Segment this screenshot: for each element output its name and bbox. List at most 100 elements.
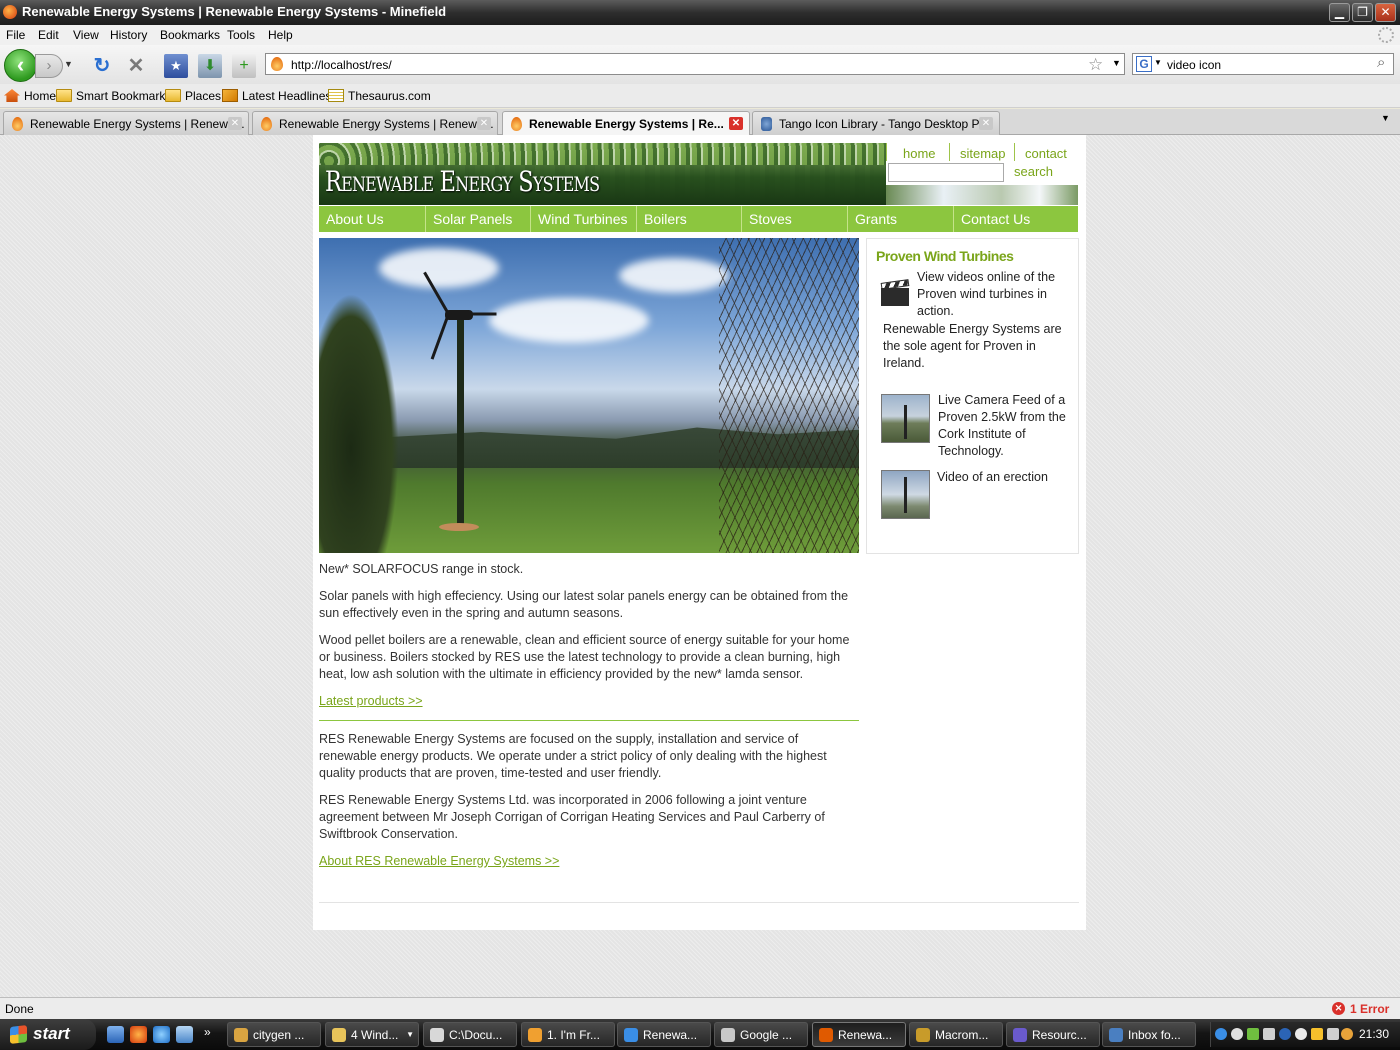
tab-close-icon[interactable]: ✕ — [228, 117, 242, 130]
reload-icon[interactable]: ↻ — [90, 54, 114, 78]
forward-button[interactable]: › — [35, 54, 63, 78]
download-icon[interactable]: ⬇ — [198, 54, 222, 78]
tab-close-icon[interactable]: ✕ — [729, 117, 743, 130]
bookmark-smart-bookmarks[interactable]: Smart Bookmarks — [56, 89, 171, 103]
bookmark-thesaurus[interactable]: Thesaurus.com — [328, 89, 431, 103]
minimize-button[interactable]: ▁ — [1329, 3, 1350, 22]
tray-expand-icon[interactable] — [1215, 1028, 1227, 1040]
header-link-sitemap[interactable]: sitemap — [960, 146, 1006, 161]
task-documents[interactable]: C:\Docu... — [423, 1022, 517, 1047]
nav-about-us[interactable]: About Us — [319, 206, 425, 232]
view-videos-link[interactable]: View videos online of the Proven wind tu… — [917, 269, 1077, 320]
tab-close-icon[interactable]: ✕ — [477, 117, 491, 130]
task-google[interactable]: Google ... — [714, 1022, 808, 1047]
nav-wind-turbines[interactable]: Wind Turbines — [530, 206, 636, 232]
home-icon — [4, 89, 20, 102]
bookmark-latest-headlines[interactable]: Latest Headlines — [222, 89, 331, 103]
google-engine-icon[interactable]: G — [1136, 56, 1152, 72]
history-dropdown-icon[interactable]: ▼ — [64, 59, 73, 69]
nav-boilers[interactable]: Boilers — [636, 206, 741, 232]
cloud-icon[interactable] — [1231, 1028, 1243, 1040]
bookmark-home[interactable]: Home — [4, 89, 56, 103]
wireless-icon[interactable] — [1263, 1028, 1275, 1040]
tab-close-icon[interactable]: ✕ — [979, 117, 993, 130]
internet-explorer-icon[interactable] — [153, 1026, 170, 1043]
error-count[interactable]: 1 Error — [1350, 1002, 1389, 1016]
camera-feed-thumbnail[interactable] — [881, 394, 930, 443]
tab-renewable-active[interactable]: Renewable Energy Systems | Re... ✕ — [502, 111, 750, 136]
header-link-home[interactable]: home — [903, 146, 936, 161]
content-viewport: Renewable Energy Systems home sitemap co… — [0, 135, 1400, 997]
back-button[interactable]: ‹ — [4, 49, 37, 82]
clock[interactable]: 21:30 — [1359, 1027, 1389, 1041]
chat-icon — [721, 1028, 735, 1042]
url-text[interactable]: http://localhost/res/ — [291, 58, 392, 72]
menu-file[interactable]: File — [6, 28, 25, 42]
tab-tango-icon-library[interactable]: Tango Icon Library - Tango Desktop Pr...… — [752, 111, 1000, 135]
about-res-link[interactable]: About RES Renewable Energy Systems >> — [319, 854, 559, 868]
update-icon[interactable] — [1341, 1028, 1353, 1040]
messenger-icon[interactable] — [176, 1026, 193, 1043]
new-tab-icon[interactable]: + — [232, 54, 256, 78]
bluetooth-icon[interactable] — [1279, 1028, 1291, 1040]
tab-renewable-2[interactable]: Renewable Energy Systems | Renewa... ✕ — [252, 111, 498, 135]
task-citygen[interactable]: citygen ... — [227, 1022, 321, 1047]
messenger-tray-icon[interactable] — [1295, 1028, 1307, 1040]
boilers-text: Wood pellet boilers are a renewable, cle… — [319, 633, 850, 681]
erection-video-thumbnail[interactable] — [881, 470, 930, 519]
site-logo[interactable]: Renewable Energy Systems — [325, 165, 600, 198]
bookmark-page-star-icon[interactable]: ☆ — [1088, 55, 1103, 75]
error-icon[interactable]: ✕ — [1332, 1002, 1345, 1015]
camera-feed-link[interactable]: Live Camera Feed of a Proven 2.5kW from … — [938, 392, 1076, 460]
header-link-contact[interactable]: contact — [1025, 146, 1067, 161]
menu-edit[interactable]: Edit — [38, 28, 59, 42]
quicklaunch-overflow-icon[interactable]: » — [204, 1025, 211, 1039]
close-window-button[interactable]: ✕ — [1375, 3, 1396, 22]
start-button[interactable]: start — [0, 1019, 96, 1050]
menu-help[interactable]: Help — [268, 28, 293, 42]
site-search-link[interactable]: search — [1014, 164, 1053, 179]
search-icon[interactable]: ⌕ — [1377, 54, 1385, 71]
web-search-box[interactable]: G ▼ video icon ⌕ — [1132, 53, 1394, 75]
site-search-input[interactable] — [888, 163, 1004, 182]
security-icon[interactable] — [1311, 1028, 1323, 1040]
arrow-left-icon: ‹ — [16, 52, 25, 77]
menu-view[interactable]: View — [73, 28, 99, 42]
firefox-quicklaunch-icon[interactable] — [130, 1026, 147, 1043]
erection-video-link[interactable]: Video of an erection — [937, 469, 1075, 486]
volume-icon[interactable] — [1327, 1028, 1339, 1040]
task-macromedia[interactable]: Macrom... — [909, 1022, 1003, 1047]
task-renewable-firefox[interactable]: Renewa... — [812, 1022, 906, 1047]
url-bar[interactable]: http://localhost/res/ ☆ ▼ — [265, 53, 1125, 75]
task-wind-group[interactable]: 4 Wind... ▼ — [325, 1022, 419, 1047]
network-icon[interactable] — [1247, 1028, 1259, 1040]
tab-renewable-1[interactable]: Renewable Energy Systems | Renewa... ✕ — [3, 111, 249, 135]
bookmark-star-icon[interactable]: ★ — [164, 54, 188, 78]
tab-label: Renewable Energy Systems | Re... — [529, 117, 724, 131]
menu-tools[interactable]: Tools — [227, 28, 255, 42]
task-im-free[interactable]: 1. I'm Fr... — [521, 1022, 615, 1047]
task-inbox[interactable]: Inbox fo... — [1102, 1022, 1196, 1047]
maximize-button[interactable]: ❐ — [1352, 3, 1373, 22]
stop-icon[interactable]: ✕ — [124, 54, 148, 78]
bookmark-places[interactable]: Places — [165, 89, 221, 103]
engine-dropdown-icon[interactable]: ▼ — [1154, 58, 1162, 67]
task-renewable-ie[interactable]: Renewa... — [617, 1022, 711, 1047]
menu-history[interactable]: History — [110, 28, 147, 42]
turbine-blade — [430, 313, 450, 360]
nav-solar-panels[interactable]: Solar Panels — [425, 206, 530, 232]
task-resource[interactable]: Resourc... — [1006, 1022, 1100, 1047]
nav-contact-us[interactable]: Contact Us — [953, 206, 1078, 232]
nav-grants[interactable]: Grants — [847, 206, 953, 232]
video-clapperboard-icon[interactable] — [880, 279, 910, 306]
web-search-input[interactable]: video icon — [1167, 58, 1221, 72]
site-favicon-icon — [511, 117, 522, 131]
menu-bookmarks[interactable]: Bookmarks — [160, 28, 220, 42]
live-feed-icon — [222, 89, 238, 102]
show-desktop-icon[interactable] — [107, 1026, 124, 1043]
url-dropdown-icon[interactable]: ▼ — [1112, 58, 1121, 68]
nav-stoves[interactable]: Stoves — [741, 206, 847, 232]
folder-icon — [56, 89, 72, 102]
latest-products-link[interactable]: Latest products >> — [319, 694, 423, 708]
tab-list-dropdown-icon[interactable]: ▼ — [1381, 113, 1390, 123]
